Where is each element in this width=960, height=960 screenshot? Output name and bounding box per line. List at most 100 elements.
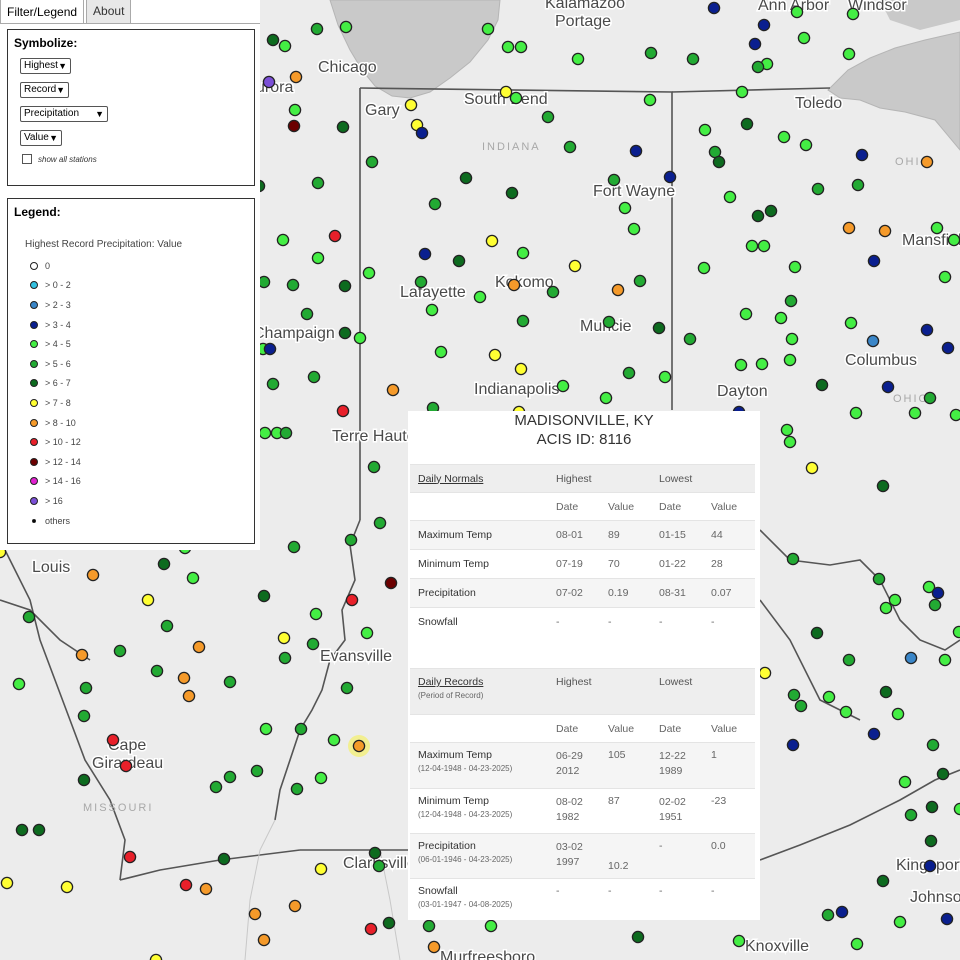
station-marker[interactable] [160,619,174,633]
station-marker[interactable] [516,314,530,328]
station-marker[interactable] [757,239,771,253]
station-marker[interactable] [947,233,960,247]
station-marker[interactable] [740,117,754,131]
element-select[interactable]: Precipitation ▼ [20,106,108,122]
station-marker[interactable] [338,279,352,293]
station-marker[interactable] [786,552,800,566]
station-marker[interactable] [485,234,499,248]
station-marker[interactable] [300,307,314,321]
station-marker[interactable] [631,930,645,944]
station-marker[interactable] [427,940,441,954]
station-marker[interactable] [541,110,555,124]
station-marker[interactable] [77,709,91,723]
station-marker[interactable] [851,178,865,192]
station-marker[interactable] [157,557,171,571]
station-marker[interactable] [344,533,358,547]
station-marker[interactable] [893,915,907,929]
station-marker[interactable] [908,406,922,420]
station-marker[interactable] [786,738,800,752]
station-marker[interactable] [186,571,200,585]
station-marker[interactable] [924,834,938,848]
station-marker[interactable] [855,148,869,162]
station-marker[interactable] [839,705,853,719]
station-marker[interactable] [872,572,886,586]
station-marker[interactable] [879,601,893,615]
station-marker[interactable] [382,916,396,930]
station-marker[interactable] [686,52,700,66]
station-marker[interactable] [563,140,577,154]
station-marker[interactable] [290,782,304,796]
station-marker[interactable] [288,899,302,913]
station-marker[interactable] [22,610,36,624]
station-marker[interactable] [842,47,856,61]
station-marker[interactable] [926,738,940,752]
station-marker[interactable] [339,20,353,34]
station-marker[interactable] [360,626,374,640]
station-marker[interactable] [279,426,293,440]
station-marker[interactable] [878,224,892,238]
station-marker[interactable] [751,60,765,74]
station-marker[interactable] [904,651,918,665]
station-marker[interactable] [384,576,398,590]
station-marker[interactable] [425,303,439,317]
station-marker[interactable] [953,802,960,816]
station-marker[interactable] [723,190,737,204]
station-marker[interactable] [842,653,856,667]
records-title[interactable]: Daily Records (Period of Record) [410,668,548,715]
station-marker[interactable] [86,568,100,582]
station-marker[interactable] [310,22,324,36]
station-marker[interactable] [481,22,495,36]
station-marker[interactable] [499,85,513,99]
station-marker[interactable] [745,239,759,253]
station-marker[interactable] [663,170,677,184]
station-marker[interactable] [32,823,46,837]
station-marker[interactable] [866,334,880,348]
station-marker[interactable] [257,589,271,603]
station-marker[interactable] [277,631,291,645]
station-marker[interactable] [179,878,193,892]
station-marker[interactable] [707,1,721,15]
station-marker[interactable] [683,332,697,346]
station-marker[interactable] [732,934,746,948]
station-marker[interactable] [516,246,530,260]
station-marker[interactable] [123,850,137,864]
station-marker[interactable] [288,103,302,117]
station-marker[interactable] [278,39,292,53]
station-marker[interactable] [60,880,74,894]
station-marker[interactable] [546,285,560,299]
station-marker[interactable] [287,540,301,554]
station-marker[interactable] [758,666,772,680]
station-marker[interactable] [794,699,808,713]
station-marker[interactable] [734,358,748,372]
station-marker[interactable] [428,197,442,211]
station-marker[interactable] [842,221,856,235]
station-marker[interactable] [797,31,811,45]
station-marker[interactable] [751,209,765,223]
station-marker[interactable] [119,759,133,773]
station-marker[interactable] [788,260,802,274]
station-marker[interactable] [811,182,825,196]
station-marker[interactable] [328,229,342,243]
station-marker[interactable] [192,640,206,654]
station-marker[interactable] [311,251,325,265]
station-marker[interactable] [920,155,934,169]
station-marker[interactable] [368,846,382,860]
station-marker[interactable] [276,233,290,247]
station-marker[interactable] [799,138,813,152]
station-marker[interactable] [607,173,621,187]
station-marker[interactable] [952,625,960,639]
station-marker[interactable] [514,40,528,54]
station-marker[interactable] [79,681,93,695]
station-marker[interactable] [514,362,528,376]
station-marker[interactable] [652,321,666,335]
station-marker[interactable] [336,404,350,418]
station-marker[interactable] [712,155,726,169]
station-marker[interactable] [936,767,950,781]
station-marker[interactable] [141,593,155,607]
station-marker[interactable] [881,380,895,394]
station-marker[interactable] [365,155,379,169]
station-marker[interactable] [698,123,712,137]
station-marker[interactable] [867,254,881,268]
station-marker[interactable] [556,379,570,393]
station-marker[interactable] [629,144,643,158]
